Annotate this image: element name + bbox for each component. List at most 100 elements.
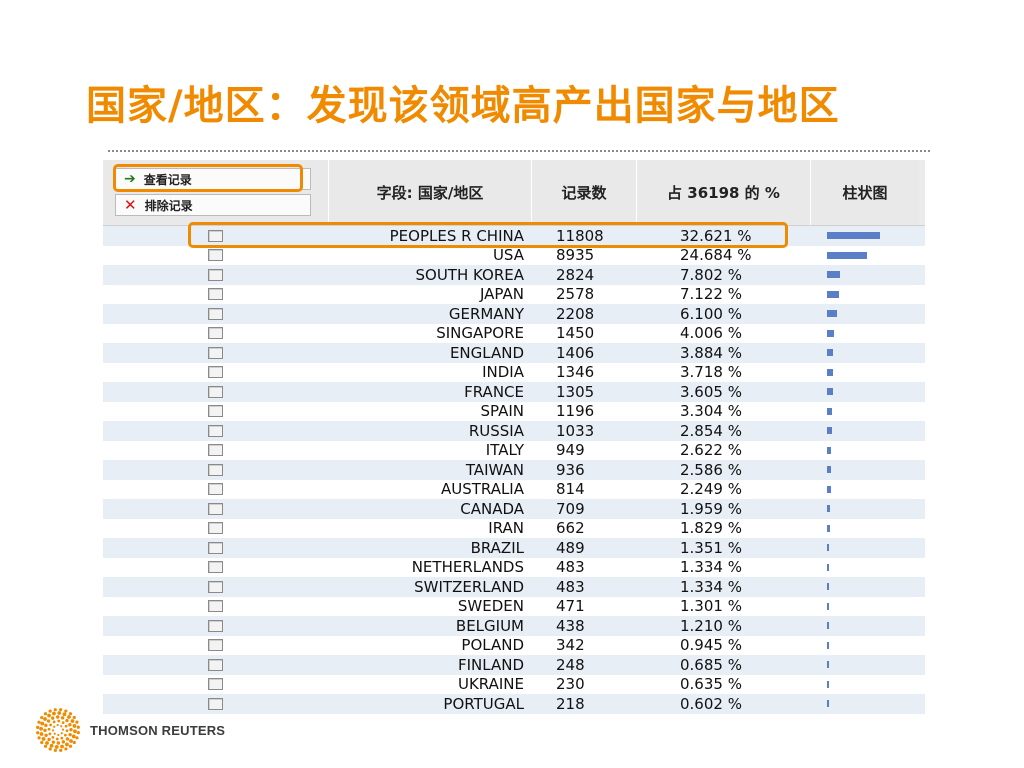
- count-bar: [827, 700, 829, 708]
- percent-cell: 2.249 %: [680, 480, 742, 499]
- country-cell: IRAN: [488, 519, 524, 538]
- country-cell: AUSTRALIA: [440, 480, 524, 499]
- percent-cell: 1.959 %: [680, 499, 742, 518]
- record-count-cell: 248: [556, 655, 585, 674]
- count-bar: [827, 680, 829, 688]
- row-checkbox[interactable]: [208, 424, 223, 437]
- bar-cell: [807, 402, 915, 422]
- row-select-cell: [103, 675, 328, 695]
- row-checkbox[interactable]: [208, 639, 223, 652]
- row-checkbox[interactable]: [208, 366, 223, 379]
- row-checkbox[interactable]: [208, 346, 223, 359]
- table-row: ENGLAND 1406 3.884 %: [103, 343, 925, 363]
- row-checkbox[interactable]: [208, 463, 223, 476]
- row-select-cell: [103, 499, 328, 519]
- count-bar: [827, 524, 830, 532]
- row-checkbox[interactable]: [208, 541, 223, 554]
- record-count-cell: 218: [556, 694, 585, 713]
- count-bar: [827, 349, 833, 357]
- percent-cell: 1.301 %: [680, 597, 742, 616]
- count-bar: [827, 251, 867, 259]
- count-bar: [827, 485, 831, 493]
- row-checkbox[interactable]: [208, 249, 223, 262]
- row-select-cell: [103, 538, 328, 558]
- row-checkbox[interactable]: [208, 268, 223, 281]
- bar-cell: [807, 343, 915, 363]
- record-count-cell: 483: [556, 577, 585, 596]
- record-count-cell: 949: [556, 441, 585, 460]
- record-count-cell: 814: [556, 480, 585, 499]
- country-cell: TAIWAN: [465, 460, 524, 479]
- row-checkbox[interactable]: [208, 385, 223, 398]
- row-checkbox[interactable]: [208, 327, 223, 340]
- country-cell: SINGAPORE: [436, 324, 524, 343]
- count-bar: [827, 310, 837, 318]
- country-cell: FINLAND: [457, 655, 524, 674]
- record-count-cell: 483: [556, 558, 585, 577]
- row-checkbox[interactable]: [208, 561, 223, 574]
- bar-cell: [807, 597, 915, 617]
- row-checkbox[interactable]: [208, 444, 223, 457]
- count-bar: [827, 388, 833, 396]
- row-select-cell: [103, 265, 328, 285]
- record-count-cell: 2208: [556, 304, 595, 323]
- record-count-cell: 1033: [556, 421, 595, 440]
- thomson-reuters-logo: THOMSON REUTERS: [36, 708, 225, 752]
- row-checkbox[interactable]: [208, 658, 223, 671]
- count-bar: [827, 622, 829, 630]
- row-select-cell: [103, 558, 328, 578]
- table-row: PORTUGAL 218 0.602 %: [103, 694, 925, 714]
- percent-cell: 7.122 %: [680, 285, 742, 304]
- row-checkbox[interactable]: [208, 522, 223, 535]
- row-checkbox[interactable]: [208, 483, 223, 496]
- row-select-cell: [103, 246, 328, 266]
- country-cell: NETHERLANDS: [411, 558, 524, 577]
- record-count-cell: 1450: [556, 324, 595, 343]
- bar-cell: [807, 265, 915, 285]
- row-checkbox[interactable]: [208, 580, 223, 593]
- column-header-count[interactable]: 记录数: [531, 160, 636, 225]
- close-icon: ✕: [124, 195, 137, 214]
- count-bar: [827, 661, 829, 669]
- record-count-cell: 709: [556, 499, 585, 518]
- column-header-percent[interactable]: 占 36198 的 %: [636, 160, 810, 225]
- bar-cell: [807, 694, 915, 714]
- bar-cell: [807, 226, 915, 246]
- table-row: SWITZERLAND 483 1.334 %: [103, 577, 925, 597]
- percent-cell: 3.605 %: [680, 382, 742, 401]
- percent-cell: 3.304 %: [680, 402, 742, 421]
- percent-cell: 24.684 %: [680, 246, 752, 265]
- row-checkbox[interactable]: [208, 619, 223, 632]
- row-checkbox[interactable]: [208, 288, 223, 301]
- row-checkbox[interactable]: [208, 678, 223, 691]
- row-select-cell: [103, 519, 328, 539]
- bar-cell: [807, 285, 915, 305]
- count-bar: [827, 583, 829, 591]
- record-count-cell: 662: [556, 519, 585, 538]
- table-row: POLAND 342 0.945 %: [103, 635, 925, 655]
- table-row: SPAIN 1196 3.304 %: [103, 401, 925, 422]
- percent-cell: 1.334 %: [680, 558, 742, 577]
- row-select-cell: [103, 441, 328, 461]
- table-row: SWEDEN 471 1.301 %: [103, 596, 925, 617]
- count-bar: [827, 368, 833, 376]
- country-cell: BRAZIL: [470, 538, 524, 557]
- record-count-cell: 1406: [556, 343, 595, 362]
- exclude-records-label: 排除记录: [144, 198, 193, 213]
- row-checkbox[interactable]: [208, 307, 223, 320]
- country-cell: USA: [492, 246, 524, 265]
- bar-cell: [807, 382, 915, 402]
- table-row: NETHERLANDS 483 1.334 %: [103, 557, 925, 578]
- row-checkbox[interactable]: [208, 600, 223, 613]
- count-bar: [827, 466, 831, 474]
- percent-cell: 3.718 %: [680, 363, 742, 382]
- percent-cell: 7.802 %: [680, 265, 742, 284]
- bar-cell: [807, 577, 915, 597]
- country-cell: GERMANY: [448, 304, 524, 323]
- exclude-records-button[interactable]: ✕ 排除记录: [115, 194, 311, 216]
- row-checkbox[interactable]: [208, 405, 223, 418]
- bar-cell: [807, 363, 915, 383]
- column-header-field[interactable]: 字段: 国家/地区: [328, 160, 531, 225]
- bar-cell: [807, 499, 915, 519]
- row-checkbox[interactable]: [208, 502, 223, 515]
